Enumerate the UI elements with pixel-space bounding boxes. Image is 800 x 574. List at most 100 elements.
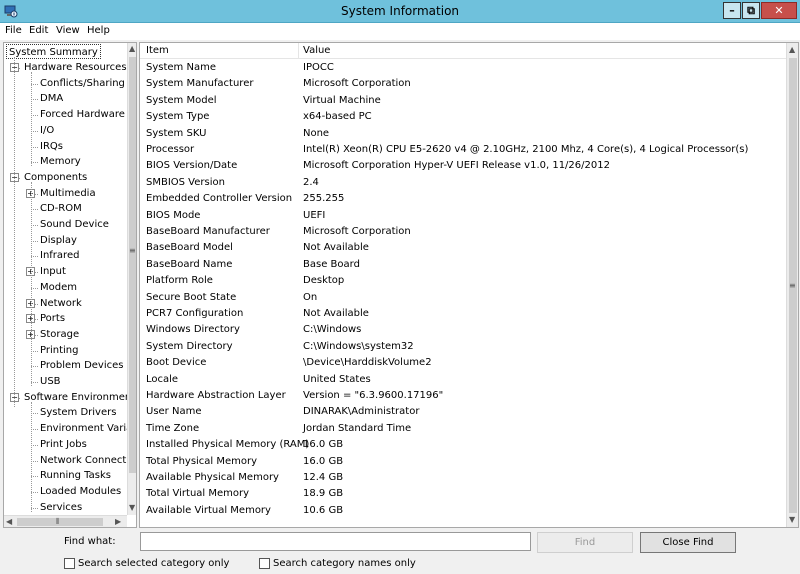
column-header-item[interactable]: Item xyxy=(146,45,169,56)
menu-help[interactable]: Help xyxy=(87,25,110,36)
cell-value: UEFI xyxy=(303,209,326,221)
tree-item-services[interactable]: Services xyxy=(40,500,82,515)
tree-item-environment-variables[interactable]: Environment Variables xyxy=(40,421,136,436)
tree-item-loaded-modules[interactable]: Loaded Modules xyxy=(40,484,121,499)
minimize-icon: – xyxy=(729,4,735,17)
menu-file[interactable]: File xyxy=(5,25,22,36)
scroll-up-arrow-icon[interactable]: ▲ xyxy=(129,44,135,53)
table-row[interactable]: System Type x64-based PC xyxy=(140,109,786,125)
search-category-names-checkbox[interactable] xyxy=(259,558,270,569)
table-row[interactable]: System Manufacturer Microsoft Corporation xyxy=(140,76,786,92)
close-find-button[interactable]: Close Find xyxy=(640,532,736,553)
table-row[interactable]: Installed Physical Memory (RAM) 16.0 GB xyxy=(140,437,786,453)
table-row[interactable]: Boot Device \Device\HarddiskVolume2 xyxy=(140,355,786,371)
table-row[interactable]: Platform Role Desktop xyxy=(140,273,786,289)
menu-view[interactable]: View xyxy=(56,25,80,36)
search-selected-category-label[interactable]: Search selected category only xyxy=(78,558,229,569)
tree-item-label: Hardware Resources xyxy=(24,62,127,73)
scroll-up-arrow-icon[interactable]: ▲ xyxy=(789,45,795,54)
tree-hscroll-thumb[interactable] xyxy=(17,518,103,526)
table-row[interactable]: System Name IPOCC xyxy=(140,60,786,76)
table-row[interactable]: System Model Virtual Machine xyxy=(140,93,786,109)
category-tree[interactable]: System Summary Hardware Resources − Confli… xyxy=(3,42,137,528)
cell-value: IPOCC xyxy=(303,62,334,73)
tree-item-network[interactable]: Network xyxy=(40,296,82,311)
tree-connector-line xyxy=(31,287,38,289)
tree-item-memory[interactable]: Memory xyxy=(40,154,81,169)
close-window-button[interactable]: ✕ xyxy=(761,2,797,19)
table-row[interactable]: System SKU None xyxy=(140,126,786,142)
table-row[interactable]: Time Zone Jordan Standard Time xyxy=(140,421,786,437)
search-category-names-label[interactable]: Search category names only xyxy=(273,558,416,569)
find-button[interactable]: Find xyxy=(537,532,633,553)
table-row[interactable]: BIOS Mode UEFI xyxy=(140,208,786,224)
tree-item-usb[interactable]: USB xyxy=(40,374,61,389)
table-row[interactable]: Locale United States xyxy=(140,372,786,388)
tree-horizontal-scrollbar[interactable]: ◀ ⦀ ▶ xyxy=(4,515,127,527)
scroll-right-arrow-icon[interactable]: ▶ xyxy=(115,517,121,526)
tree-item-hardware-resources[interactable]: Hardware Resources xyxy=(24,60,127,75)
find-what-input[interactable] xyxy=(140,532,531,551)
tree-item-system-summary[interactable]: System Summary xyxy=(6,44,101,59)
tree-item-dma[interactable]: DMA xyxy=(40,91,63,106)
table-row[interactable]: User Name DINARAK\Administrator xyxy=(140,404,786,420)
table-row[interactable]: BIOS Version/Date Microsoft Corporation H… xyxy=(140,158,786,174)
menu-edit[interactable]: Edit xyxy=(29,25,48,36)
tree-item-running-tasks[interactable]: Running Tasks xyxy=(40,468,111,483)
table-row[interactable]: Total Physical Memory 16.0 GB xyxy=(140,454,786,470)
table-row[interactable]: SMBIOS Version 2.4 xyxy=(140,175,786,191)
tree-item-printing[interactable]: Printing xyxy=(40,343,78,358)
table-row[interactable]: Hardware Abstraction Layer Version = "6.3… xyxy=(140,388,786,404)
details-list[interactable]: Item Value System Name IPOCC System Manufa… xyxy=(139,42,799,528)
cell-value: Desktop xyxy=(303,275,345,287)
tree-connector-line xyxy=(31,476,38,478)
tree-item-print-jobs[interactable]: Print Jobs xyxy=(40,437,87,452)
tree-item-cd-rom[interactable]: CD-ROM xyxy=(40,201,82,216)
tree-item-forced-hardware[interactable]: Forced Hardware xyxy=(40,107,125,122)
cell-item: System Type xyxy=(146,111,210,123)
minimize-button[interactable]: – xyxy=(723,2,741,19)
table-row[interactable]: BaseBoard Model Not Available xyxy=(140,240,786,256)
tree-item-multimedia[interactable]: Multimedia xyxy=(40,186,96,201)
table-row[interactable]: Embedded Controller Version 255.255 xyxy=(140,191,786,207)
tree-item-label: Running Tasks xyxy=(40,470,111,482)
table-row[interactable]: Processor Intel(R) Xeon(R) CPU E5-2620 v4… xyxy=(140,142,786,158)
tree-item-modem[interactable]: Modem xyxy=(40,280,77,295)
table-row[interactable]: PCR7 Configuration Not Available xyxy=(140,306,786,322)
tree-item-network-connections[interactable]: Network Connections xyxy=(40,453,136,468)
tree-item-storage[interactable]: Storage xyxy=(40,327,79,342)
scroll-down-arrow-icon[interactable]: ▼ xyxy=(789,515,795,524)
table-row[interactable]: Available Physical Memory 12.4 GB xyxy=(140,470,786,486)
scroll-down-arrow-icon[interactable]: ▼ xyxy=(129,503,135,512)
tree-item-components[interactable]: Components xyxy=(24,170,87,185)
tree-item-infrared[interactable]: Infrared xyxy=(40,248,79,263)
tree-connector-line xyxy=(31,240,38,242)
table-row[interactable]: Available Virtual Memory 10.6 GB xyxy=(140,503,786,519)
tree-item-software-environment[interactable]: Software Environment xyxy=(24,390,135,405)
tree-item-conflicts-sharing[interactable]: Conflicts/Sharing xyxy=(40,76,125,91)
tree-item-system-drivers[interactable]: System Drivers xyxy=(40,405,116,420)
table-row[interactable]: Windows Directory C:\Windows xyxy=(140,322,786,338)
table-row[interactable]: Secure Boot State On xyxy=(140,290,786,306)
table-row[interactable]: BaseBoard Manufacturer Microsoft Corporat… xyxy=(140,224,786,240)
tree-item-problem-devices[interactable]: Problem Devices xyxy=(40,358,123,373)
list-vertical-scrollbar[interactable]: ▲ ≡ ▼ xyxy=(786,43,798,527)
scroll-left-arrow-icon[interactable]: ◀ xyxy=(6,517,12,526)
column-header-value[interactable]: Value xyxy=(303,45,330,56)
tree-scroll-thumb[interactable] xyxy=(129,57,136,473)
table-row[interactable]: Total Virtual Memory 18.9 GB xyxy=(140,486,786,502)
tree-item-irqs[interactable]: IRQs xyxy=(40,139,63,154)
tree-vertical-scrollbar[interactable]: ▲ ≡ ▼ xyxy=(127,43,136,515)
column-divider[interactable] xyxy=(298,43,299,59)
tree-item-ports[interactable]: Ports xyxy=(40,311,65,326)
find-what-label: Find what: xyxy=(64,536,116,547)
tree-item-sound-device[interactable]: Sound Device xyxy=(40,217,109,232)
tree-item-input[interactable]: Input xyxy=(40,264,66,279)
table-row[interactable]: BaseBoard Name Base Board xyxy=(140,257,786,273)
search-selected-category-checkbox[interactable] xyxy=(64,558,75,569)
table-row[interactable]: System Directory C:\Windows\system32 xyxy=(140,339,786,355)
restore-button[interactable]: ⧉ xyxy=(742,2,760,19)
cell-value: None xyxy=(303,127,330,139)
tree-item-i-o[interactable]: I/O xyxy=(40,123,54,138)
tree-item-display[interactable]: Display xyxy=(40,233,77,248)
